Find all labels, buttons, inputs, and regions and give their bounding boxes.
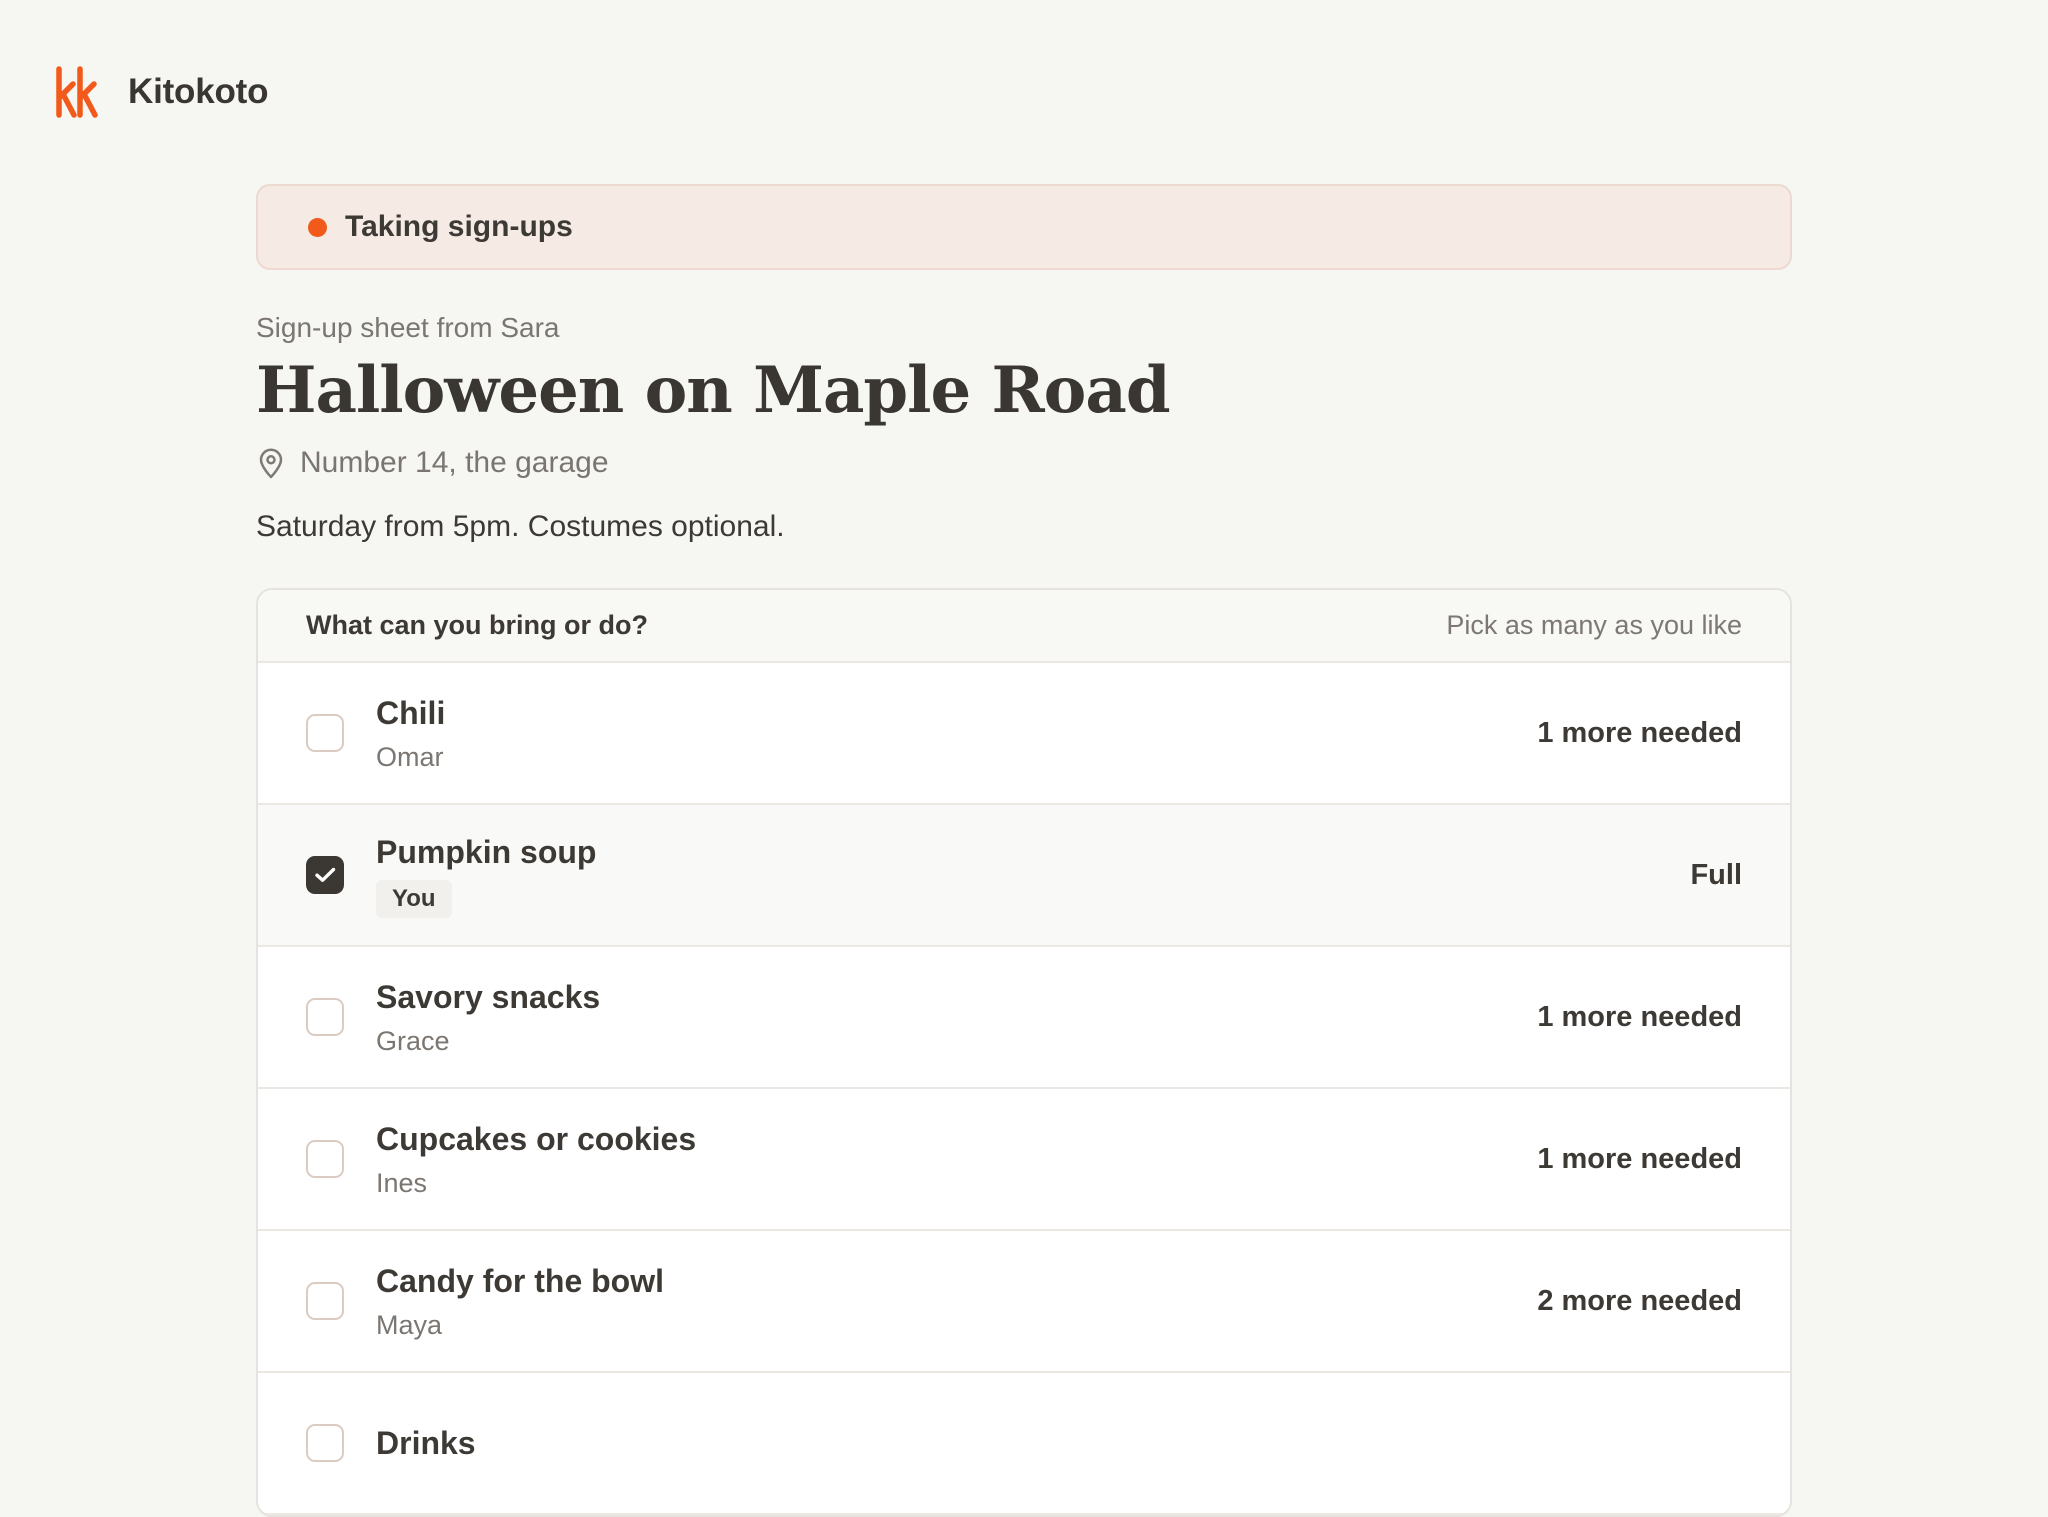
drinks-details: Drinks (376, 1424, 1742, 1462)
signup-page: Taking sign-ups Sign-up sheet from Sara … (256, 184, 1792, 1517)
signup-item-savory-snacks[interactable]: Savory snacks Grace 1 more needed (258, 947, 1790, 1090)
cupcakes-or-cookies-name: Cupcakes or cookies (376, 1120, 697, 1157)
candy-for-the-bowl-name: Candy for the bowl (376, 1262, 664, 1299)
signup-item-drinks[interactable]: Drinks (258, 1373, 1790, 1516)
savory-snacks-details: Savory snacks Grace (376, 978, 1537, 1057)
check-icon (315, 868, 336, 883)
status-label: Taking sign-ups (345, 210, 573, 243)
pumpkin-soup-name: Pumpkin soup (376, 834, 597, 871)
cupcakes-or-cookies-checkbox[interactable] (306, 1140, 344, 1179)
pumpkin-soup-checkbox[interactable] (306, 856, 344, 895)
event-title: Halloween on Maple Road (256, 353, 1171, 428)
kk-logo-icon[interactable] (54, 66, 98, 118)
chili-checkbox[interactable] (306, 714, 344, 753)
drinks-checkbox[interactable] (306, 1424, 344, 1463)
top-bar: Kitokoto (54, 66, 269, 118)
cupcakes-or-cookies-need: 1 more needed (1537, 1142, 1742, 1175)
candy-for-the-bowl-checkbox[interactable] (306, 1282, 344, 1321)
savory-snacks-checkbox[interactable] (306, 998, 344, 1037)
event-location: Number 14, the garage (256, 446, 1792, 480)
signup-item-candy-for-the-bowl[interactable]: Candy for the bowl Maya 2 more needed (258, 1231, 1790, 1374)
status-banner: Taking sign-ups (256, 184, 1792, 270)
savory-snacks-name: Savory snacks (376, 978, 601, 1015)
brand-name[interactable]: Kitokoto (128, 72, 269, 112)
event-description: Saturday from 5pm. Costumes optional. (256, 510, 785, 544)
pumpkin-soup-need: Full (1690, 858, 1742, 891)
location-pin-icon (259, 448, 283, 479)
candy-for-the-bowl-need: 2 more needed (1537, 1284, 1742, 1317)
savory-snacks-person: Grace (376, 1026, 450, 1057)
sheet-owner: Sign-up sheet from Sara (256, 312, 560, 343)
you-badge: You (376, 879, 452, 918)
chili-need: 1 more needed (1537, 716, 1742, 749)
status-dot (308, 217, 327, 237)
cupcakes-or-cookies-person: Ines (376, 1168, 428, 1199)
candy-for-the-bowl-person: Maya (376, 1310, 443, 1341)
drinks-name: Drinks (376, 1425, 476, 1462)
signup-card-hint: Pick as many as you like (1446, 610, 1742, 641)
chili-name: Chili (376, 694, 446, 731)
candy-for-the-bowl-details: Candy for the bowl Maya (376, 1262, 1537, 1341)
location-text: Number 14, the garage (300, 446, 609, 480)
chili-details: Chili Omar (376, 694, 1537, 773)
pumpkin-soup-details: Pumpkin soup You (376, 833, 1690, 918)
signup-item-chili[interactable]: Chili Omar 1 more needed (258, 663, 1790, 806)
signup-item-cupcakes-or-cookies[interactable]: Cupcakes or cookies Ines 1 more needed (258, 1089, 1790, 1232)
signup-card: What can you bring or do? Pick as many a… (256, 588, 1792, 1517)
signup-item-pumpkin-soup[interactable]: Pumpkin soup You Full (258, 805, 1790, 948)
cupcakes-or-cookies-details: Cupcakes or cookies Ines (376, 1120, 1537, 1199)
signup-card-title: What can you bring or do? (306, 610, 648, 641)
signup-card-header: What can you bring or do? Pick as many a… (258, 590, 1790, 664)
savory-snacks-need: 1 more needed (1537, 1000, 1742, 1033)
chili-person: Omar (376, 742, 444, 773)
